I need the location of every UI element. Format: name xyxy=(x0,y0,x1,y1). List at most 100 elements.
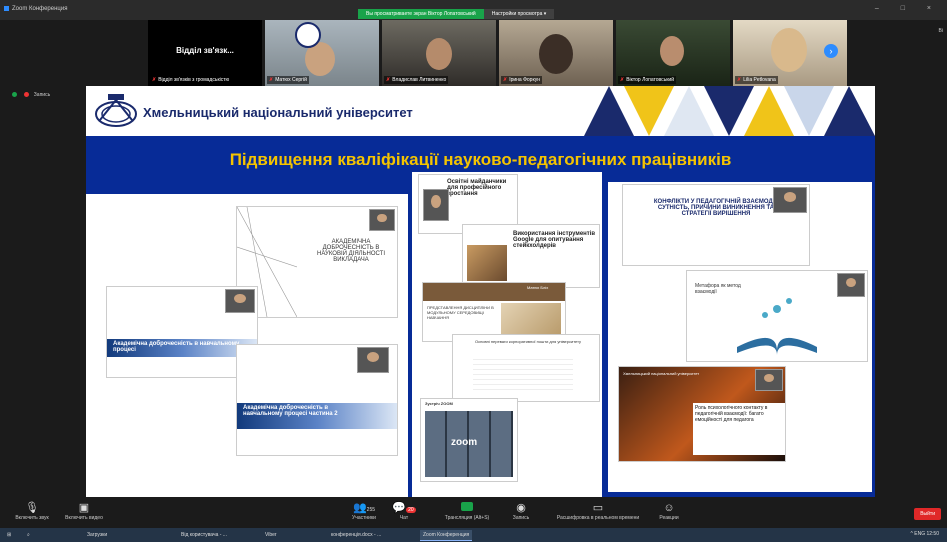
cc-icon: ▭ xyxy=(592,502,604,514)
unmute-button[interactable]: 🎙 Включить звук xyxy=(2,502,62,521)
mic-off-icon: 🎙 xyxy=(25,502,39,514)
slide-thumbnail: Використання інструментів Google для опи… xyxy=(462,224,600,288)
slide-header: Хмельницький національний університет xyxy=(86,86,875,136)
taskbar-item[interactable]: Загрузки xyxy=(84,530,110,540)
card-title: Академічна доброчесність в навчальному п… xyxy=(243,405,338,417)
participant-name: Ірина Форкун xyxy=(509,77,540,83)
card-title: Академічна доброчесність в навчальному п… xyxy=(113,341,240,353)
participant-video xyxy=(660,36,684,66)
author-label: Матюх Бліх xyxy=(527,285,549,290)
taskbar-item[interactable]: конференція.docx - ... xyxy=(328,530,384,540)
chat-badge: 20 xyxy=(406,507,416,513)
participant-strip: Відділ зв'язк... ✗ Відділ зв'язків з гром… xyxy=(148,20,847,86)
presenter-webcam xyxy=(225,289,255,313)
slide-thumbnail: АКАДЕМІЧНА ДОБРОЧЕСНІСТЬ В НАУКОВІЙ ДІЯЛ… xyxy=(236,206,398,318)
chat-icon: 💬 20 xyxy=(392,502,416,514)
record-icon: ◉ xyxy=(516,502,526,514)
muted-mic-icon: ✗ xyxy=(386,77,391,83)
presenter-webcam xyxy=(773,187,807,213)
next-page-arrow-icon[interactable]: › xyxy=(824,44,838,58)
muted-mic-icon: ✗ xyxy=(503,77,508,83)
system-tray[interactable]: ^ ENG 12:50 xyxy=(911,531,939,537)
live-transcript-button[interactable]: ▭ Расшифровка в реальном времени xyxy=(548,502,648,521)
record-label: Запись xyxy=(512,515,530,521)
doc-title: АКАДЕМІЧНА ДОБРОЧЕСНІСТЬ В НАУКОВІЙ ДІЯЛ… xyxy=(316,239,386,263)
participant-name: Відділ зв'язків з громадськістю xyxy=(158,77,230,83)
muted-mic-icon: ✗ xyxy=(620,77,625,83)
participant-big-name: Відділ зв'язк... xyxy=(176,46,234,55)
share-banner: Вы просматриваете экран Віктор Лопатовсь… xyxy=(358,9,555,19)
meeting-status: Запись xyxy=(12,92,50,98)
participants-count: 255 xyxy=(366,507,376,513)
left-panel: АКАДЕМІЧНА ДОБРОЧЕСНІСТЬ В НАУКОВІЙ ДІЯЛ… xyxy=(86,194,408,497)
university-name: Хмельницький національний університет xyxy=(143,105,413,120)
presenter-webcam xyxy=(755,369,783,391)
card-title: КОНФЛІКТИ У ПЕДАГОГІЧНІЙ ВЗАЄМОДІЇ: СУТН… xyxy=(653,199,779,217)
book-illustration xyxy=(737,298,817,355)
start-video-button[interactable]: ▣ Включить видео xyxy=(54,502,114,521)
reactions-label: Реакции xyxy=(659,515,679,521)
leave-button[interactable]: Выйти xyxy=(914,508,941,520)
university-logo-icon xyxy=(95,94,137,127)
share-screen-button[interactable]: Трансляция (Alt+S) xyxy=(436,502,498,521)
window-controls[interactable]: – □ × xyxy=(875,5,941,12)
reactions-button[interactable]: ☺ Реакции xyxy=(646,502,692,521)
participants-label: Участники xyxy=(352,515,376,521)
decorative-triangles xyxy=(584,86,875,136)
slide-thumbnail: Академічна доброчесність в навчальному п… xyxy=(236,344,398,456)
reactions-icon: ☺ xyxy=(663,502,675,514)
participant-name: Владислав Литвиненко xyxy=(392,77,447,83)
live-transcript-label: Расшифровка в реальном времени xyxy=(556,515,640,521)
view-options-button[interactable]: Настройки просмотра ▾ xyxy=(483,9,555,19)
slide-thumbnail: Зустріч ZOOM zoom xyxy=(420,398,518,482)
share-screen-label: Трансляция (Alt+S) xyxy=(444,515,490,521)
chat-button[interactable]: 💬 20 Чат xyxy=(384,502,424,521)
text-lines xyxy=(473,355,573,393)
record-button[interactable]: ◉ Запись xyxy=(498,502,544,521)
start-icon[interactable]: ⊞ xyxy=(4,530,14,540)
record-label: Запись xyxy=(33,92,51,98)
presenter-webcam xyxy=(357,347,389,373)
card-title: Основні переваги корпоративної пошти для… xyxy=(474,339,581,344)
participant-video xyxy=(771,28,807,72)
card-title: Зустріч ZOOM xyxy=(425,401,453,406)
side-panel-label[interactable]: Ві xyxy=(939,28,943,34)
participant-name: Матюх Сергій xyxy=(275,77,307,83)
right-panel: КОНФЛІКТИ У ПЕДАГОГІЧНІЙ ВЗАЄМОДІЇ: СУТН… xyxy=(608,182,872,492)
slide-thumbnail: Основні переваги корпоративної пошти для… xyxy=(452,334,600,402)
taskbar-item[interactable]: Від користувача - ... xyxy=(178,530,230,540)
participant-tile[interactable]: ✗ Віктор Лопатовський xyxy=(616,20,730,86)
shared-screen: Хмельницький національний університет Пі… xyxy=(86,86,875,497)
slide-thumbnail: ПРЕДСТАВЛЕННЯ ДИСЦИПЛІНИ В МОДУЛЬНОМУ СЕ… xyxy=(422,282,566,342)
video-off-icon: ▣ xyxy=(78,502,90,514)
unmute-label: Включить звук xyxy=(15,515,49,521)
slide-thumbnail: Хмельницький національний університет Ро… xyxy=(618,366,786,462)
window-title-bar: Zoom Конференция Вы просматриваете экран… xyxy=(0,0,947,20)
participant-name: Lilia Petlovana xyxy=(743,77,776,83)
viewing-screen-label: Вы просматриваете экран Віктор Лопатовсь… xyxy=(358,9,484,19)
security-shield-icon xyxy=(12,92,17,98)
participant-tile[interactable]: ✗ Владислав Литвиненко xyxy=(382,20,496,86)
participant-name: Віктор Лопатовський xyxy=(626,77,675,83)
muted-mic-icon: ✗ xyxy=(269,77,274,83)
slide-thumbnail: Метафора як метод взаємодії xyxy=(686,270,868,362)
chat-label: Чат xyxy=(399,515,409,521)
search-icon[interactable]: ⌕ xyxy=(24,530,33,540)
card-title: Освітні майданчики для професійного зрос… xyxy=(447,179,507,197)
participant-tile[interactable]: ✗ Матюх Сергій xyxy=(265,20,379,86)
app-title: Zoom Конференция xyxy=(4,6,67,12)
university-emblem-icon xyxy=(295,22,321,48)
participant-tile[interactable]: ✗ Ірина Форкун xyxy=(499,20,613,86)
illustration xyxy=(467,245,507,281)
zoom-logo: zoom xyxy=(451,437,478,448)
taskbar-item[interactable]: Viber xyxy=(262,530,280,540)
participant-tile[interactable]: Відділ зв'язк... ✗ Відділ зв'язків з гром… xyxy=(148,20,262,86)
participant-video xyxy=(539,34,573,74)
slide-headline: Підвищення кваліфікації науково-педагогі… xyxy=(229,150,732,169)
presenter-webcam xyxy=(369,209,395,231)
taskbar-item[interactable]: Zoom Конференция xyxy=(420,530,473,541)
slide-thumbnail: КОНФЛІКТИ У ПЕДАГОГІЧНІЙ ВЗАЄМОДІЇ: СУТН… xyxy=(622,184,810,266)
card-top-label: Хмельницький національний університет xyxy=(623,371,700,376)
muted-mic-icon: ✗ xyxy=(737,77,742,83)
presenter-webcam xyxy=(837,273,865,297)
